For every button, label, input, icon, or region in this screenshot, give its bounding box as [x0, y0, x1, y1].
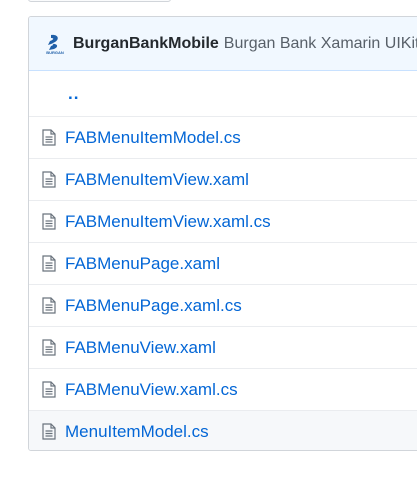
file-link[interactable]: FABMenuItemView.xaml [65, 170, 249, 190]
parent-directory-link[interactable]: .. [68, 84, 79, 104]
file-text-icon [42, 339, 58, 357]
file-browser: BURGAN BurganBankMobile Burgan Bank Xama… [28, 16, 417, 451]
file-row[interactable]: FABMenuItemView.xaml.cs [29, 200, 417, 242]
file-row[interactable]: FABMenuItemModel.cs [29, 116, 417, 158]
file-link[interactable]: FABMenuItemModel.cs [65, 128, 241, 148]
file-link[interactable]: FABMenuItemView.xaml.cs [65, 212, 271, 232]
file-row[interactable]: FABMenuItemView.xaml [29, 158, 417, 200]
file-link[interactable]: FABMenuView.xaml [65, 338, 216, 358]
svg-text:BURGAN: BURGAN [46, 50, 64, 55]
parent-directory-row[interactable]: .. [29, 71, 417, 116]
repo-description: Burgan Bank Xamarin UIKit [223, 34, 417, 52]
file-text-icon [42, 297, 58, 315]
file-row[interactable]: FABMenuPage.xaml [29, 242, 417, 284]
file-list: FABMenuItemModel.cs FABMenuItemView.xaml… [29, 116, 417, 450]
file-text-icon [42, 171, 58, 189]
file-row[interactable]: FABMenuPage.xaml.cs [29, 284, 417, 326]
file-text-icon [42, 423, 58, 441]
file-row[interactable]: FABMenuView.xaml.cs [29, 368, 417, 410]
file-link[interactable]: FABMenuPage.xaml [65, 254, 220, 274]
file-text-icon [42, 381, 58, 399]
burgan-bank-logo-icon: BURGAN [43, 32, 67, 56]
top-button[interactable] [28, 0, 171, 2]
file-link[interactable]: FABMenuView.xaml.cs [65, 380, 238, 400]
file-text-icon [42, 255, 58, 273]
repo-header: BURGAN BurganBankMobile Burgan Bank Xama… [29, 17, 417, 71]
file-link[interactable]: FABMenuPage.xaml.cs [65, 296, 242, 316]
file-text-icon [42, 213, 58, 231]
file-row[interactable]: FABMenuView.xaml [29, 326, 417, 368]
file-row[interactable]: MenuItemModel.cs [29, 410, 417, 450]
repo-name[interactable]: BurganBankMobile [73, 35, 219, 53]
file-link[interactable]: MenuItemModel.cs [65, 422, 209, 442]
file-text-icon [42, 129, 58, 147]
